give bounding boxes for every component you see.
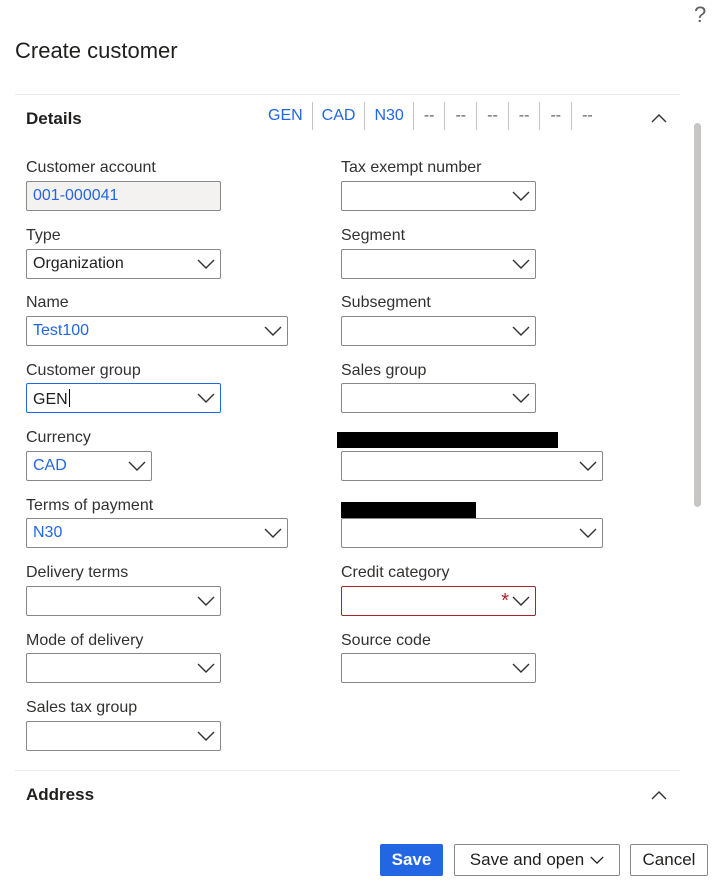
required-asterisk-icon: *	[501, 590, 509, 612]
redaction-bar	[337, 432, 558, 448]
currency-label: Currency	[26, 429, 91, 446]
details-section-title[interactable]: Details	[26, 109, 82, 129]
tax-exempt-number-combobox[interactable]	[341, 181, 536, 211]
type-label: Type	[26, 227, 61, 244]
terms-of-payment-combobox[interactable]: N30	[26, 518, 288, 548]
name-label: Name	[26, 294, 69, 311]
subsegment-label: Subsegment	[341, 294, 431, 311]
summary-terms-of-payment: N30	[364, 102, 412, 130]
redacted-field-2-combobox[interactable]	[341, 518, 603, 548]
source-code-label: Source code	[341, 632, 431, 649]
chevron-down-icon[interactable]	[197, 662, 215, 674]
chevron-down-icon[interactable]	[197, 392, 215, 404]
sales-tax-group-combobox[interactable]	[26, 721, 221, 751]
collapse-address-chevron-up-icon[interactable]	[651, 789, 667, 801]
customer-account-value: 001-000041	[33, 187, 119, 204]
delivery-terms-combobox[interactable]	[26, 586, 221, 616]
type-dropdown[interactable]: Organization	[26, 249, 221, 279]
chevron-down-icon[interactable]	[512, 258, 530, 270]
customer-group-value: GEN	[33, 389, 70, 409]
save-button-label: Save	[391, 850, 432, 869]
currency-combobox[interactable]: CAD	[26, 451, 152, 481]
customer-group-combobox[interactable]: GEN	[26, 383, 221, 413]
summary-empty: --	[444, 102, 476, 130]
segment-combobox[interactable]	[341, 249, 536, 279]
summary-empty: --	[539, 102, 571, 130]
chevron-down-icon[interactable]	[197, 595, 215, 607]
name-value: Test100	[33, 322, 90, 339]
customer-group-text: GEN	[33, 391, 68, 408]
name-combobox[interactable]: Test100	[26, 316, 288, 346]
chevron-down-icon[interactable]	[197, 258, 215, 270]
vertical-scrollbar[interactable]	[694, 123, 701, 507]
chevron-down-icon[interactable]	[512, 325, 530, 337]
mode-of-delivery-combobox[interactable]	[26, 653, 221, 683]
summary-empty: --	[571, 102, 603, 130]
sales-group-combobox[interactable]	[341, 383, 536, 413]
collapse-details-chevron-up-icon[interactable]	[651, 112, 667, 124]
cancel-button-label: Cancel	[642, 850, 696, 869]
save-button[interactable]: Save	[380, 844, 443, 876]
chevron-down-icon[interactable]	[512, 662, 530, 674]
currency-value: CAD	[33, 457, 67, 474]
chevron-down-icon[interactable]	[579, 460, 597, 472]
address-section-title[interactable]: Address	[26, 785, 94, 805]
chevron-down-icon[interactable]	[579, 527, 597, 539]
terms-of-payment-value: N30	[33, 524, 63, 541]
chevron-down-icon[interactable]	[264, 325, 282, 337]
chevron-down-icon	[590, 856, 604, 864]
details-summary: GEN CAD N30 -- -- -- -- -- --	[259, 102, 603, 130]
chevron-down-icon[interactable]	[512, 595, 530, 607]
type-value: Organization	[33, 255, 124, 272]
chevron-down-icon[interactable]	[264, 527, 282, 539]
divider	[15, 94, 680, 95]
save-and-open-label: Save and open	[469, 850, 585, 869]
tax-exempt-number-label: Tax exempt number	[341, 159, 482, 176]
chevron-down-icon[interactable]	[512, 392, 530, 404]
source-code-combobox[interactable]	[341, 653, 536, 683]
credit-category-label: Credit category	[341, 564, 450, 581]
summary-empty: --	[476, 102, 508, 130]
summary-customer-group: GEN	[268, 107, 303, 124]
cancel-button[interactable]: Cancel	[630, 844, 708, 876]
customer-account-label: Customer account	[26, 159, 156, 176]
delivery-terms-label: Delivery terms	[26, 564, 129, 581]
redaction-bar	[341, 502, 476, 518]
mode-of-delivery-label: Mode of delivery	[26, 632, 144, 649]
summary-currency: CAD	[311, 102, 365, 130]
summary-empty: --	[412, 102, 445, 130]
customer-account-field[interactable]: 001-000041	[26, 181, 221, 211]
chevron-down-icon[interactable]	[197, 730, 215, 742]
credit-category-combobox[interactable]: *	[341, 586, 536, 616]
divider	[15, 770, 680, 771]
sales-group-label: Sales group	[341, 362, 427, 379]
save-and-open-button[interactable]: Save and open	[454, 844, 620, 876]
summary-empty: --	[507, 102, 540, 130]
segment-label: Segment	[341, 227, 406, 244]
terms-of-payment-label: Terms of payment	[26, 497, 154, 514]
help-icon[interactable]: ?	[694, 2, 706, 28]
chevron-down-icon[interactable]	[128, 460, 146, 472]
subsegment-combobox[interactable]	[341, 316, 536, 346]
text-caret	[68, 389, 70, 407]
redacted-field-combobox[interactable]	[341, 451, 603, 481]
chevron-down-icon[interactable]	[512, 190, 530, 202]
customer-group-label: Customer group	[26, 362, 141, 379]
sales-tax-group-label: Sales tax group	[26, 699, 138, 716]
dialog-title: Create customer	[15, 38, 178, 63]
